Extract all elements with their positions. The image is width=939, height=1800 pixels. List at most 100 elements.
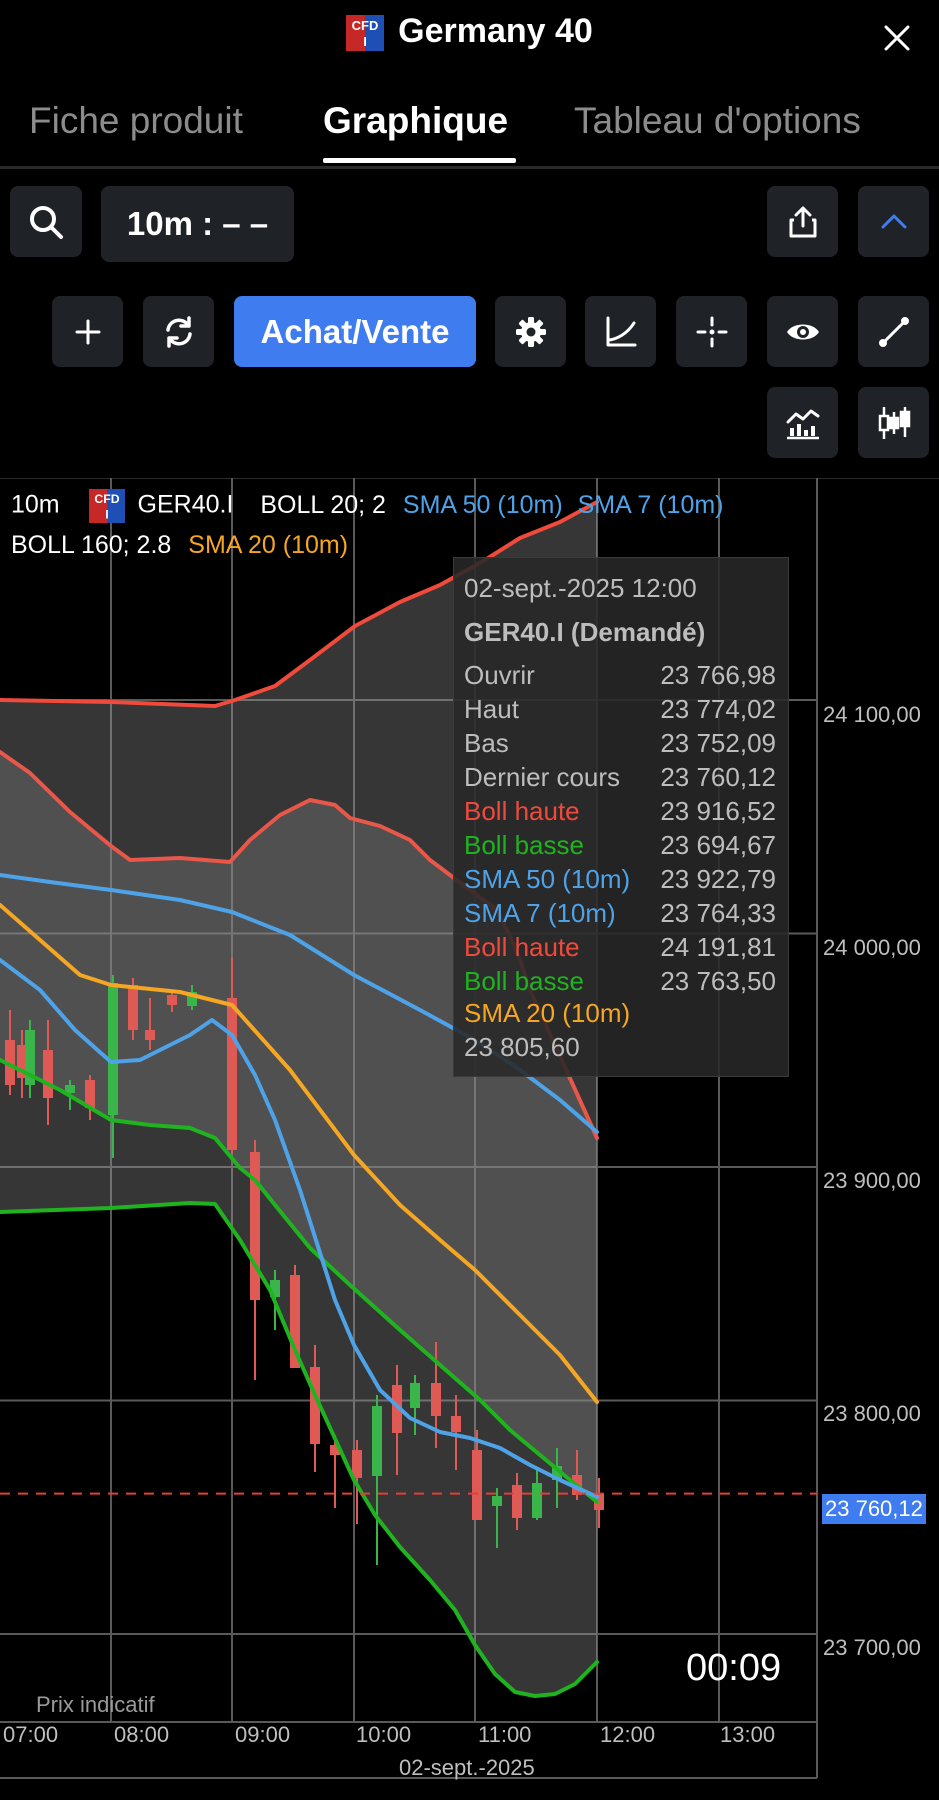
svg-text:CFD: CFD <box>94 492 119 506</box>
tooltip-row-value: 23 916,52 <box>660 796 776 826</box>
time-tick: 08:00 <box>114 1722 170 1747</box>
tooltip-sma20-label: SMA 20 (10m) <box>464 998 631 1028</box>
share-icon <box>785 204 821 240</box>
price-tick: 23 800,00 <box>823 1401 921 1426</box>
tooltip-row-label: Dernier cours <box>464 762 621 792</box>
window-title: CFD I Germany 40 <box>0 12 939 52</box>
tooltip-row-value: 23 764,33 <box>660 898 776 928</box>
tooltip-row-label: Haut <box>464 694 519 724</box>
search-icon <box>27 203 65 241</box>
date-label: 02-sept.-2025 <box>399 1755 535 1780</box>
indicators-button[interactable] <box>767 387 838 458</box>
tooltip-row: Haut 23 774,02 <box>464 694 776 725</box>
add-button[interactable] <box>52 296 123 367</box>
tooltip-row-value: 23 760,12 <box>660 762 776 792</box>
tooltip-row: Ouvrir 23 766,98 <box>464 660 776 691</box>
eye-icon <box>784 313 822 351</box>
chevron-up-icon <box>877 205 911 239</box>
candle-body <box>410 1383 420 1408</box>
visibility-button[interactable] <box>767 296 838 367</box>
curve-button[interactable] <box>585 296 656 367</box>
ohlc-tooltip: 02-sept.-2025 12:00 GER40.I (Demandé) Ou… <box>453 557 789 1077</box>
tooltip-row: Dernier cours 23 760,12 <box>464 762 776 793</box>
candle-body <box>532 1483 542 1518</box>
candle-body <box>145 1030 155 1040</box>
candle-body <box>128 985 138 1030</box>
candle-body <box>472 1450 482 1520</box>
price-tick: 23 900,00 <box>823 1168 921 1193</box>
crosshair-button[interactable] <box>676 296 747 367</box>
draw-line-icon <box>875 313 913 351</box>
tooltip-row: SMA 7 (10m) 23 764,33 <box>464 898 776 929</box>
time-tick: 07:00 <box>3 1722 59 1747</box>
tab-bar: Fiche produit Graphique Tableau d'option… <box>0 92 939 169</box>
tooltip-row: Boll basse 23 763,50 <box>464 966 776 997</box>
tooltip-row-value: 23 763,50 <box>660 966 776 996</box>
page-title: Germany 40 <box>398 12 593 50</box>
tooltip-row-value: 23 752,09 <box>660 728 776 758</box>
curve-icon <box>603 314 639 350</box>
tooltip-datetime: 02-sept.-2025 12:00 <box>464 573 697 603</box>
search-button[interactable] <box>10 186 82 257</box>
price-tick: 24 000,00 <box>823 935 921 960</box>
tab-tableau-options[interactable]: Tableau d'options <box>574 100 861 142</box>
candle-body <box>492 1496 502 1506</box>
tooltip-row: Boll haute 24 191,81 <box>464 932 776 963</box>
chart-legend-row2: BOLL 160; 2.8 SMA 20 (10m) <box>11 531 348 560</box>
candle-body <box>43 1050 53 1098</box>
tooltip-row: Boll basse 23 694,67 <box>464 830 776 861</box>
svg-text:I: I <box>363 34 367 49</box>
time-tick: 11:00 <box>478 1722 532 1747</box>
indicators-icon <box>784 404 822 442</box>
candle-body <box>227 998 237 1150</box>
candle-body <box>352 1450 362 1478</box>
tooltip-row-label: Boll haute <box>464 932 580 962</box>
tooltip-sma20-value: 23 805,60 <box>464 1032 580 1062</box>
timeframe-label: 10m : – – <box>126 205 269 242</box>
collapse-toolbar-button[interactable] <box>858 186 929 257</box>
refresh-button[interactable] <box>143 296 214 367</box>
tooltip-row: Bas 23 752,09 <box>464 728 776 759</box>
buy-sell-button[interactable]: Achat/Vente <box>234 296 476 367</box>
timeframe-button[interactable]: 10m : – – <box>101 186 294 262</box>
svg-text:CFD: CFD <box>352 18 379 33</box>
close-icon[interactable] <box>877 18 917 58</box>
chart-legend-row1: 10m CFD I GER40.I BOLL 20; 2 SMA 50 (10m… <box>11 489 724 523</box>
legend-sma20: SMA 20 (10m) <box>188 531 349 559</box>
legend-symbol: GER40.I <box>137 490 234 519</box>
tooltip-row: SMA 50 (10m) 23 922,79 <box>464 864 776 895</box>
price-tick: 23 700,00 <box>823 1635 921 1660</box>
tooltip-row-label: Ouvrir <box>464 660 535 690</box>
share-button[interactable] <box>767 186 838 257</box>
legend-boll2: BOLL 160; 2.8 <box>11 531 172 559</box>
time-tick: 09:00 <box>235 1722 291 1747</box>
candle-body <box>167 995 177 1005</box>
tooltip-row-label: Boll basse <box>464 830 584 860</box>
gear-icon <box>513 314 549 350</box>
time-tick: 13:00 <box>720 1722 776 1747</box>
refresh-icon <box>161 314 197 350</box>
plus-icon <box>73 317 103 347</box>
tab-fiche-produit[interactable]: Fiche produit <box>29 100 243 142</box>
draw-line-button[interactable] <box>858 296 929 367</box>
tooltip-row-value: 24 191,81 <box>660 932 776 962</box>
tooltip-row-label: Bas <box>464 728 509 758</box>
candle-countdown: 00:09 <box>686 1647 782 1689</box>
legend-interval: 10m <box>11 490 60 519</box>
candle-body <box>108 983 118 1115</box>
candles-icon <box>875 404 913 442</box>
candle-body <box>250 1152 260 1300</box>
current-price-label: 23 760,12 <box>822 1494 926 1524</box>
cfd-logo-icon: CFD I <box>346 15 385 52</box>
buy-sell-label: Achat/Vente <box>260 312 450 350</box>
chart-type-button[interactable] <box>858 387 929 458</box>
settings-button[interactable] <box>495 296 566 367</box>
indicative-price-label: Prix indicatif <box>36 1692 155 1717</box>
svg-text:I: I <box>105 507 108 521</box>
tooltip-row-label: Boll haute <box>464 796 580 826</box>
tooltip-row-label: SMA 7 (10m) <box>464 898 616 928</box>
tooltip-row-label: SMA 50 (10m) <box>464 864 631 894</box>
price-tick: 24 100,00 <box>823 702 921 727</box>
tab-graphique[interactable]: Graphique <box>323 100 508 142</box>
tooltip-instrument: GER40.I (Demandé) <box>464 617 706 647</box>
